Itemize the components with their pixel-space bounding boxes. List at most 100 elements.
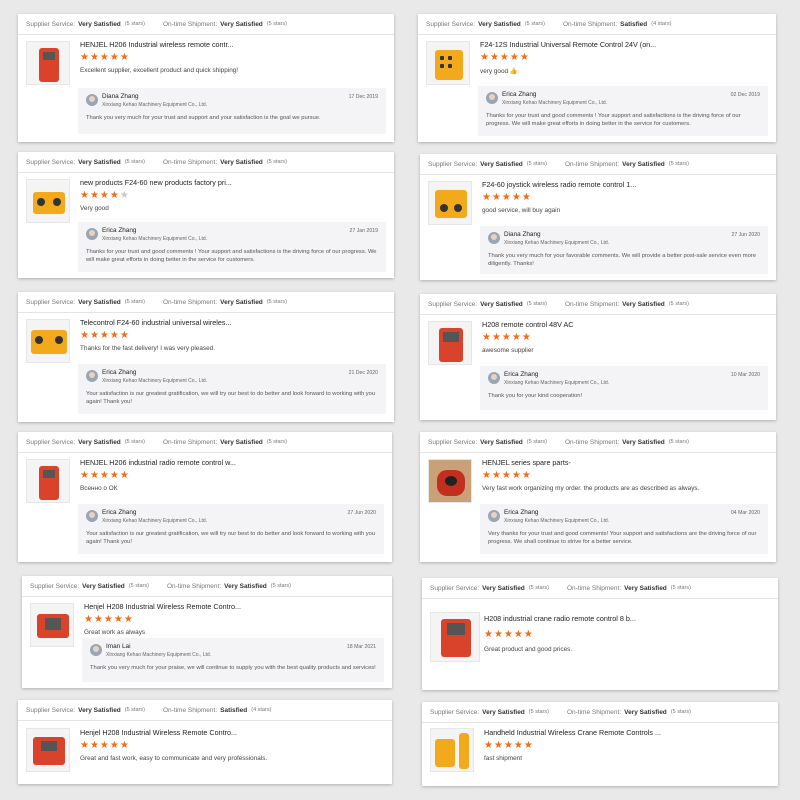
star-rating: ★★★★★: [80, 331, 130, 341]
product-thumbnail[interactable]: [30, 603, 74, 647]
product-title[interactable]: F24-60 joystick wireless radio remote co…: [482, 180, 636, 189]
product-thumbnail[interactable]: [26, 319, 70, 363]
review-card: Supplier Service: Very Satisfied (5 stars)…: [18, 700, 392, 784]
product-thumbnail[interactable]: [26, 179, 70, 223]
review-card: Supplier Service: Very Satisfied (5 stars)…: [422, 578, 778, 690]
supplier-label: Supplier Service:: [428, 438, 478, 446]
product-title[interactable]: new products F24-60 new products factory…: [80, 178, 232, 187]
supplier-label: Supplier Service:: [26, 298, 76, 306]
product-title[interactable]: Henjel H208 Industrial Wireless Remote C…: [80, 728, 237, 737]
shipment-stars: (5 stars): [266, 21, 287, 27]
reply-date: 18 Mar 2021: [346, 644, 376, 650]
review-card: Supplier Service: Very Satisfied (5 stars)…: [18, 432, 392, 562]
stars-text: ★★★★★: [80, 470, 130, 481]
shipment-stars: (5 stars): [270, 583, 291, 589]
reply-date: 27 Jun 2020: [347, 510, 376, 516]
rating-header: Supplier Service: Very Satisfied (5 stars)…: [422, 578, 778, 599]
stars-text: ★★★★★: [484, 740, 534, 751]
star-rating: ★★★★★: [80, 191, 130, 201]
supplier-value: Very Satisfied: [482, 584, 525, 592]
reply-date: 04 Mar 2020: [730, 510, 760, 516]
shipment-stars: (5 stars): [266, 159, 287, 165]
product-thumbnail[interactable]: [430, 612, 480, 662]
shipment-label: On-time Shipment:: [162, 20, 218, 28]
star-rating: ★★★★★: [482, 193, 532, 203]
review-card: Supplier Service: Very Satisfied (5 stars)…: [18, 152, 394, 278]
product-thumbnail[interactable]: [428, 459, 472, 503]
shipment-stars: (5 stars): [668, 161, 689, 167]
product-title[interactable]: F24-12S Industrial Universal Remote Cont…: [480, 40, 656, 49]
product-thumbnail[interactable]: [26, 41, 70, 85]
product-title[interactable]: HENJEL series spare parts-: [482, 458, 571, 467]
product-title[interactable]: HENJEL H206 industrial radio remote cont…: [80, 458, 236, 467]
shipment-value: Very Satisfied: [220, 298, 263, 306]
supplier-stars: (5 stars): [524, 21, 545, 27]
rating-header: Supplier Service: Very Satisfied (5 stars)…: [418, 14, 776, 35]
supplier-label: Supplier Service:: [26, 438, 76, 446]
product-title[interactable]: Henjel H208 Industrial Wireless Remote C…: [84, 602, 241, 611]
shipment-label: On-time Shipment:: [564, 160, 620, 168]
avatar: [488, 372, 500, 384]
supplier-label: Supplier Service:: [430, 708, 480, 716]
product-title[interactable]: H208 remote control 48V AC: [482, 320, 574, 329]
reply-date: 02 Dec 2019: [730, 92, 760, 98]
avatar: [86, 510, 98, 522]
supplier-stars: (5 stars): [526, 439, 547, 445]
review-comment: fast shipment: [484, 755, 523, 762]
avatar: [90, 644, 102, 656]
supplier-label: Supplier Service:: [26, 706, 76, 714]
supplier-stars: (5 stars): [124, 299, 145, 305]
stars-text: ★★★★★: [482, 332, 532, 343]
stars-text: ★★★★★: [80, 740, 130, 751]
reply-company: Xinxiang Kehao Machinery Equipment Co., …: [504, 518, 610, 524]
rating-header: Supplier Service: Very Satisfied (5 stars)…: [22, 576, 392, 597]
shipment-label: On-time Shipment:: [166, 582, 222, 590]
product-thumbnail[interactable]: [426, 41, 470, 85]
product-title[interactable]: HENJEL H206 Industrial wireless remote c…: [80, 40, 234, 49]
reply-text: Thank you very much for your favorable c…: [488, 253, 756, 267]
reply-text: Thank you very much for your praise, we …: [90, 665, 376, 671]
product-thumbnail[interactable]: [428, 181, 472, 225]
shipment-stars: (5 stars): [266, 299, 287, 305]
supplier-value: Very Satisfied: [480, 438, 523, 446]
product-thumbnail[interactable]: [428, 321, 472, 365]
reply-date: 17 Dec 2019: [348, 94, 378, 100]
supplier-value: Very Satisfied: [480, 300, 523, 308]
review-comment: Great and fast work, easy to communicate…: [80, 755, 268, 762]
supplier-label: Supplier Service:: [30, 582, 80, 590]
stars-text: ★★★★★: [484, 629, 534, 640]
shipment-stars: (4 stars): [251, 707, 272, 713]
seller-reply: Diana Zhang Xinxiang Kehao Machinery Equ…: [480, 226, 768, 274]
shipment-stars: (5 stars): [670, 585, 691, 591]
shipment-stars: (4 stars): [651, 21, 672, 27]
shipment-stars: (5 stars): [668, 301, 689, 307]
product-title[interactable]: Telecontrol F24-60 industrial universal …: [80, 318, 231, 327]
supplier-stars: (5 stars): [124, 707, 145, 713]
review-comment: Very fast work organizing my order. the …: [482, 485, 700, 492]
supplier-stars: (5 stars): [528, 585, 549, 591]
review-card: Supplier Service: Very Satisfied (5 stars)…: [18, 14, 394, 142]
product-thumbnail[interactable]: [430, 728, 474, 772]
reply-company: Xinxiang Kehao Machinery Equipment Co., …: [102, 102, 208, 108]
reply-company: Xinxiang Kehao Machinery Equipment Co., …: [102, 236, 208, 242]
supplier-stars: (5 stars): [128, 583, 149, 589]
review-comment: very good 👍: [480, 68, 518, 75]
shipment-label: On-time Shipment:: [162, 438, 218, 446]
rating-header: Supplier Service: Very Satisfied (5 stars)…: [18, 152, 394, 173]
rating-header: Supplier Service: Very Satisfied (5 stars)…: [422, 702, 778, 723]
supplier-service-stars: (5 stars): [124, 21, 145, 27]
star-rating: ★★★★★: [80, 471, 130, 481]
review-comment: good service, will buy again: [482, 207, 561, 214]
rating-header: Supplier Service: Very Satisfied (5 stars)…: [420, 294, 776, 315]
review-comment: Great work as always: [84, 629, 146, 636]
product-title[interactable]: H208 industrial crane radio remote contr…: [484, 614, 636, 623]
product-thumbnail[interactable]: [26, 728, 70, 772]
seller-reply: Erica Zhang Xinxiang Kehao Machinery Equ…: [480, 366, 768, 410]
reply-date: 21 Dec 2020: [348, 370, 378, 376]
product-title[interactable]: Handheld Industrial Wireless Crane Remot…: [484, 728, 661, 737]
shipment-label: On-time Shipment:: [564, 300, 620, 308]
product-thumbnail[interactable]: [26, 459, 70, 503]
shipment-value: Very Satisfied: [224, 582, 267, 590]
reply-text: Your satisfaction is our greatest gratif…: [86, 391, 376, 405]
supplier-label: Supplier Service:: [428, 300, 478, 308]
